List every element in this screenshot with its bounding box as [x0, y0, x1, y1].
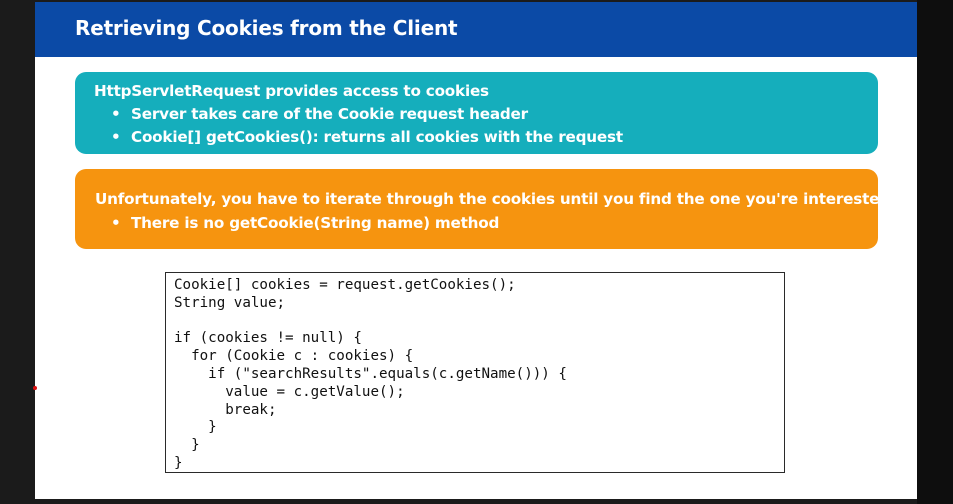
code-line: for (Cookie c : cookies) { [174, 348, 414, 365]
code-line: } [174, 419, 217, 436]
code-block: Cookie[] cookies = request.getCookies();… [174, 277, 567, 473]
code-line: if (cookies != null) { [174, 330, 362, 347]
laser-pointer-dot [33, 386, 37, 390]
teal-heading: HttpServletRequest provides access to co… [94, 82, 489, 100]
bullet-text: Server takes care of the Cookie request … [131, 105, 528, 123]
slide-title: Retrieving Cookies from the Client [75, 16, 458, 40]
code-line: break; [174, 401, 277, 418]
bullet-dot: • [111, 214, 121, 232]
orange-bullet-1: • There is no getCookie(String name) meth… [111, 214, 499, 232]
orange-heading: Unfortunately, you have to iterate throu… [95, 190, 911, 208]
bullet-text: Cookie[] getCookies(): returns all cooki… [131, 128, 623, 146]
teal-info-box: HttpServletRequest provides access to co… [75, 72, 878, 154]
orange-info-box: Unfortunately, you have to iterate throu… [75, 169, 911, 249]
slide: Retrieving Cookies from the Client HttpS… [35, 2, 917, 499]
code-sample-box: Cookie[] cookies = request.getCookies();… [165, 272, 785, 473]
bullet-dot: • [111, 105, 121, 123]
slide-header: Retrieving Cookies from the Client [35, 2, 917, 57]
bullet-text: There is no getCookie(String name) metho… [131, 214, 500, 232]
code-line: } [174, 437, 200, 454]
right-dark-border [917, 0, 953, 504]
code-line: String value; [174, 294, 286, 311]
code-line: Cookie[] cookies = request.getCookies(); [174, 277, 516, 293]
code-line: if ("searchResults".equals(c.getName()))… [174, 365, 567, 382]
teal-bullet-2: • Cookie[] getCookies(): returns all cook… [111, 128, 623, 146]
bullet-dot: • [111, 128, 121, 146]
code-line: } [174, 454, 183, 471]
code-line: value = c.getValue(); [174, 383, 405, 400]
teal-bullet-1: • Server takes care of the Cookie request… [111, 105, 528, 123]
